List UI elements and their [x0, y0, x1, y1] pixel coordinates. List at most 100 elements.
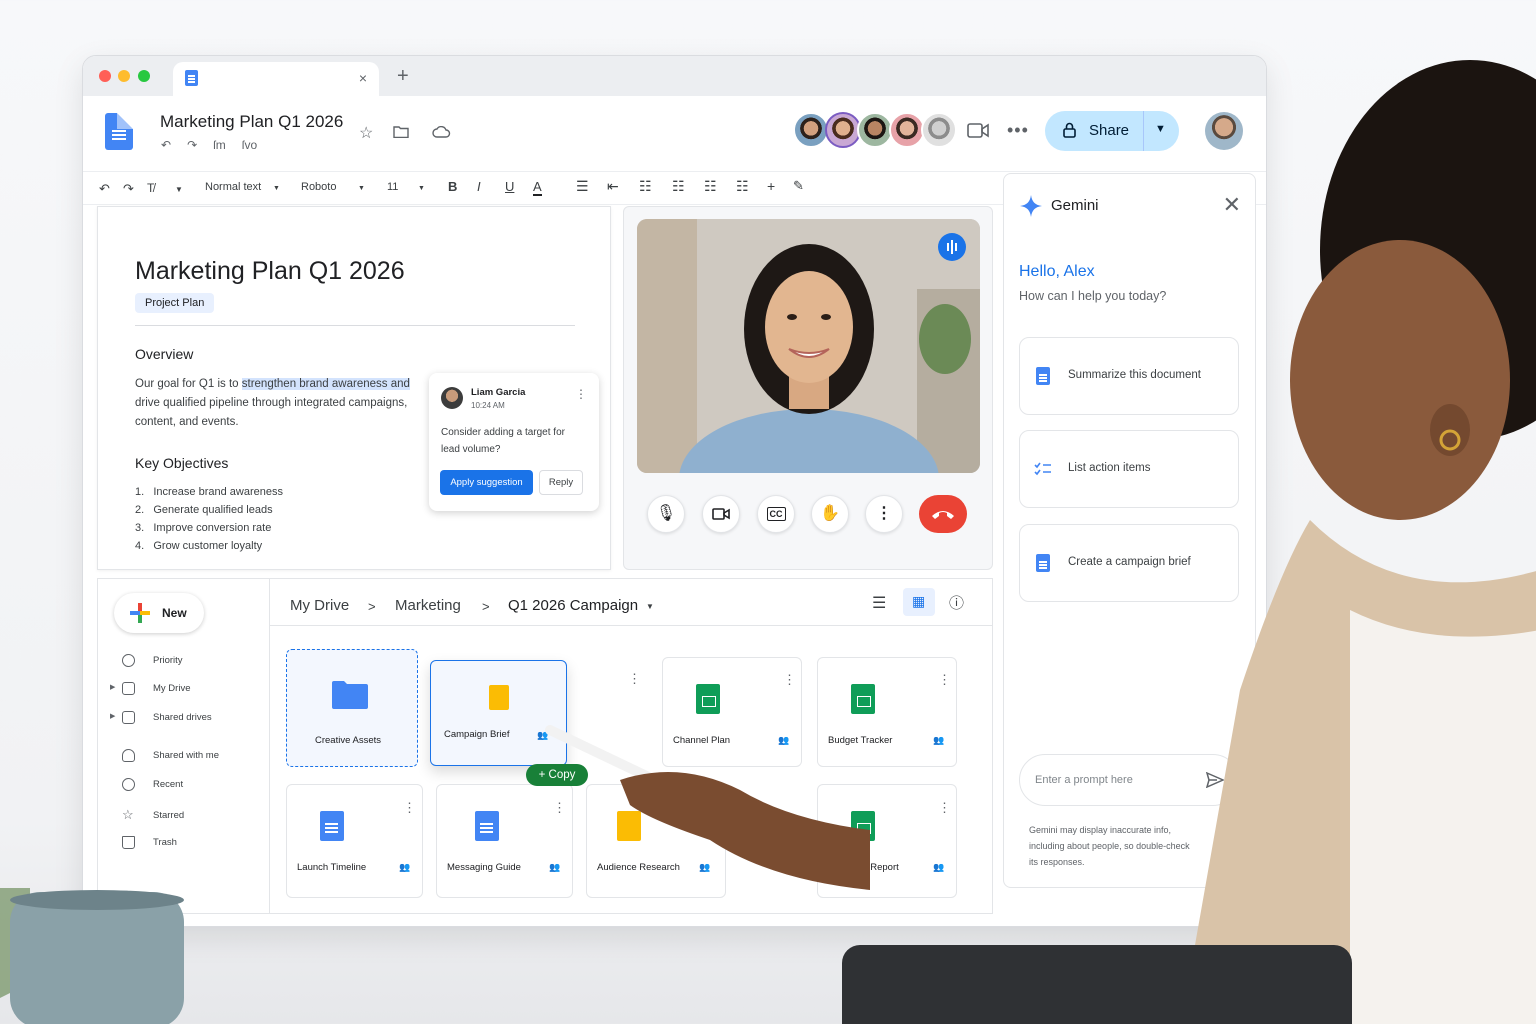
- maximize-window-icon[interactable]: [138, 70, 150, 82]
- avatar[interactable]: [793, 112, 829, 148]
- breadcrumb-my-drive[interactable]: My Drive: [290, 597, 349, 614]
- nav-trash[interactable]: Trash: [122, 836, 177, 849]
- redo-icon[interactable]: ↷: [123, 181, 134, 197]
- nav-my-drive[interactable]: My Drive: [122, 682, 190, 695]
- more-vert-icon[interactable]: ⋮: [628, 671, 641, 687]
- breadcrumb-marketing[interactable]: Marketing: [395, 597, 461, 614]
- more-vert-icon[interactable]: ⋮: [938, 672, 951, 688]
- apply-suggestion-button[interactable]: Apply suggestion: [440, 470, 533, 495]
- grid-view-button[interactable]: ▦: [903, 588, 935, 616]
- tab-close-icon[interactable]: ×: [359, 70, 367, 86]
- zoom-dropdown-icon[interactable]: ▼: [175, 185, 183, 194]
- undo-icon[interactable]: ↶: [161, 138, 171, 152]
- close-window-icon[interactable]: [99, 70, 111, 82]
- star-icon[interactable]: ☆: [359, 123, 373, 143]
- avatar[interactable]: [857, 112, 893, 148]
- plus-icon: [128, 601, 152, 625]
- shared-icon: 👥: [399, 862, 411, 872]
- meet-video-icon[interactable]: [967, 123, 989, 138]
- new-label: New: [162, 606, 187, 620]
- objectives-list: 1. Increase brand awareness 2. Generate …: [135, 483, 283, 555]
- new-tab-button[interactable]: +: [397, 65, 409, 88]
- prompt-placeholder: Enter a prompt here: [1035, 774, 1133, 786]
- more-vert-icon[interactable]: ⋮: [575, 387, 587, 401]
- menu-item-1[interactable]: ſm: [213, 138, 226, 152]
- chevron-down-icon[interactable]: ▼: [1155, 123, 1166, 135]
- underline-icon[interactable]: U: [505, 179, 514, 194]
- list-icon[interactable]: ☷: [736, 178, 749, 195]
- video-feed[interactable]: [637, 219, 980, 473]
- nav-recent[interactable]: Recent: [122, 778, 183, 791]
- bulleted-list-icon[interactable]: ☷: [639, 178, 652, 195]
- nav-starred[interactable]: ☆ Starred: [122, 807, 184, 823]
- speaking-indicator-icon: [938, 233, 966, 261]
- info-icon[interactable]: ⓘ: [949, 592, 964, 613]
- undo-icon[interactable]: ↶: [99, 181, 110, 197]
- captions-button[interactable]: CC: [757, 495, 795, 533]
- raise-hand-button[interactable]: ✋: [811, 495, 849, 533]
- nav-priority[interactable]: Priority: [122, 654, 183, 667]
- new-button[interactable]: New: [114, 593, 204, 633]
- align-left-icon[interactable]: ☰: [576, 178, 589, 195]
- file-name: Launch Timeline: [297, 862, 367, 873]
- doc-title[interactable]: Marketing Plan Q1 2026: [160, 112, 343, 132]
- cloud-status-icon[interactable]: [432, 126, 451, 138]
- comment-card[interactable]: Liam Garcia 10:24 AM ⋮ Consider adding a…: [429, 373, 599, 511]
- minimize-window-icon[interactable]: [118, 70, 130, 82]
- file-card-launch-timeline[interactable]: Launch Timeline 👥 ⋮: [286, 784, 423, 898]
- browser-tab[interactable]: ×: [173, 62, 379, 96]
- expand-icon[interactable]: ▶: [110, 712, 115, 720]
- end-call-button[interactable]: [919, 495, 967, 533]
- grid-view-icon: ▦: [912, 593, 926, 609]
- reply-button[interactable]: Reply: [539, 470, 583, 495]
- edit-mode-icon[interactable]: ✎: [793, 178, 804, 194]
- checklist-icon[interactable]: ☷: [704, 178, 717, 195]
- coffee-mug-illustration: [0, 888, 184, 1024]
- move-folder-icon[interactable]: [393, 125, 409, 138]
- redo-icon[interactable]: ↷: [187, 138, 197, 152]
- camera-button[interactable]: [702, 495, 740, 533]
- chevron-down-icon[interactable]: ▼: [273, 185, 280, 192]
- more-vert-icon[interactable]: ⋮: [783, 672, 796, 688]
- nav-shared-with-me[interactable]: Shared with me: [122, 749, 219, 762]
- bold-icon[interactable]: B: [448, 179, 457, 194]
- avatar[interactable]: [825, 112, 861, 148]
- more-vert-icon[interactable]: ⋮: [938, 800, 951, 816]
- more-options-button[interactable]: ⋮: [865, 495, 903, 533]
- breadcrumb-current[interactable]: Q1 2026 Campaign: [508, 597, 638, 614]
- text-color-icon[interactable]: A: [533, 179, 542, 196]
- more-vert-icon[interactable]: ⋮: [403, 800, 416, 816]
- chevron-down-icon[interactable]: ▼: [418, 185, 425, 192]
- comment-author: Liam Garcia: [471, 387, 526, 398]
- sheets-icon: [696, 684, 720, 714]
- clear-format-icon[interactable]: T̸: [147, 181, 154, 195]
- title-bar: × +: [83, 56, 1266, 96]
- objective-text: Improve conversion rate: [153, 522, 272, 534]
- docs-icon: [320, 811, 344, 841]
- more-options-icon[interactable]: •••: [1007, 120, 1029, 141]
- font-size-field[interactable]: 11: [387, 181, 398, 193]
- avatar[interactable]: [889, 112, 925, 148]
- list-item: 4. Grow customer loyalty: [135, 537, 283, 555]
- font-select[interactable]: Roboto: [301, 181, 336, 193]
- file-card-creative-assets[interactable]: Creative Assets: [286, 649, 418, 767]
- menu-item-2[interactable]: ſvo: [242, 138, 257, 152]
- microphone-button[interactable]: 🎙: [647, 495, 685, 533]
- nav-shared-drives[interactable]: Shared drives: [122, 711, 212, 724]
- italic-icon[interactable]: I: [477, 179, 481, 194]
- chevron-down-icon[interactable]: ▼: [358, 185, 365, 192]
- numbered-list-icon[interactable]: ☷: [672, 178, 685, 195]
- doc-type-chip[interactable]: Project Plan: [135, 293, 215, 313]
- chevron-down-icon[interactable]: ▼: [646, 602, 654, 611]
- expand-icon[interactable]: ▶: [110, 683, 115, 691]
- highlighted-text[interactable]: strengthen brand awareness and: [241, 378, 410, 390]
- share-button[interactable]: Share ▼: [1045, 111, 1179, 151]
- indent-icon[interactable]: ⇤: [607, 178, 619, 195]
- docs-logo-icon[interactable]: [105, 113, 133, 150]
- insert-icon[interactable]: +: [767, 178, 775, 194]
- list-view-icon[interactable]: ☰: [872, 593, 886, 613]
- document-heading: Marketing Plan Q1 2026: [135, 257, 405, 285]
- overview-paragraph[interactable]: Our goal for Q1 is to strengthen brand a…: [135, 375, 425, 432]
- avatar[interactable]: [921, 112, 957, 148]
- style-select[interactable]: Normal text: [205, 181, 261, 193]
